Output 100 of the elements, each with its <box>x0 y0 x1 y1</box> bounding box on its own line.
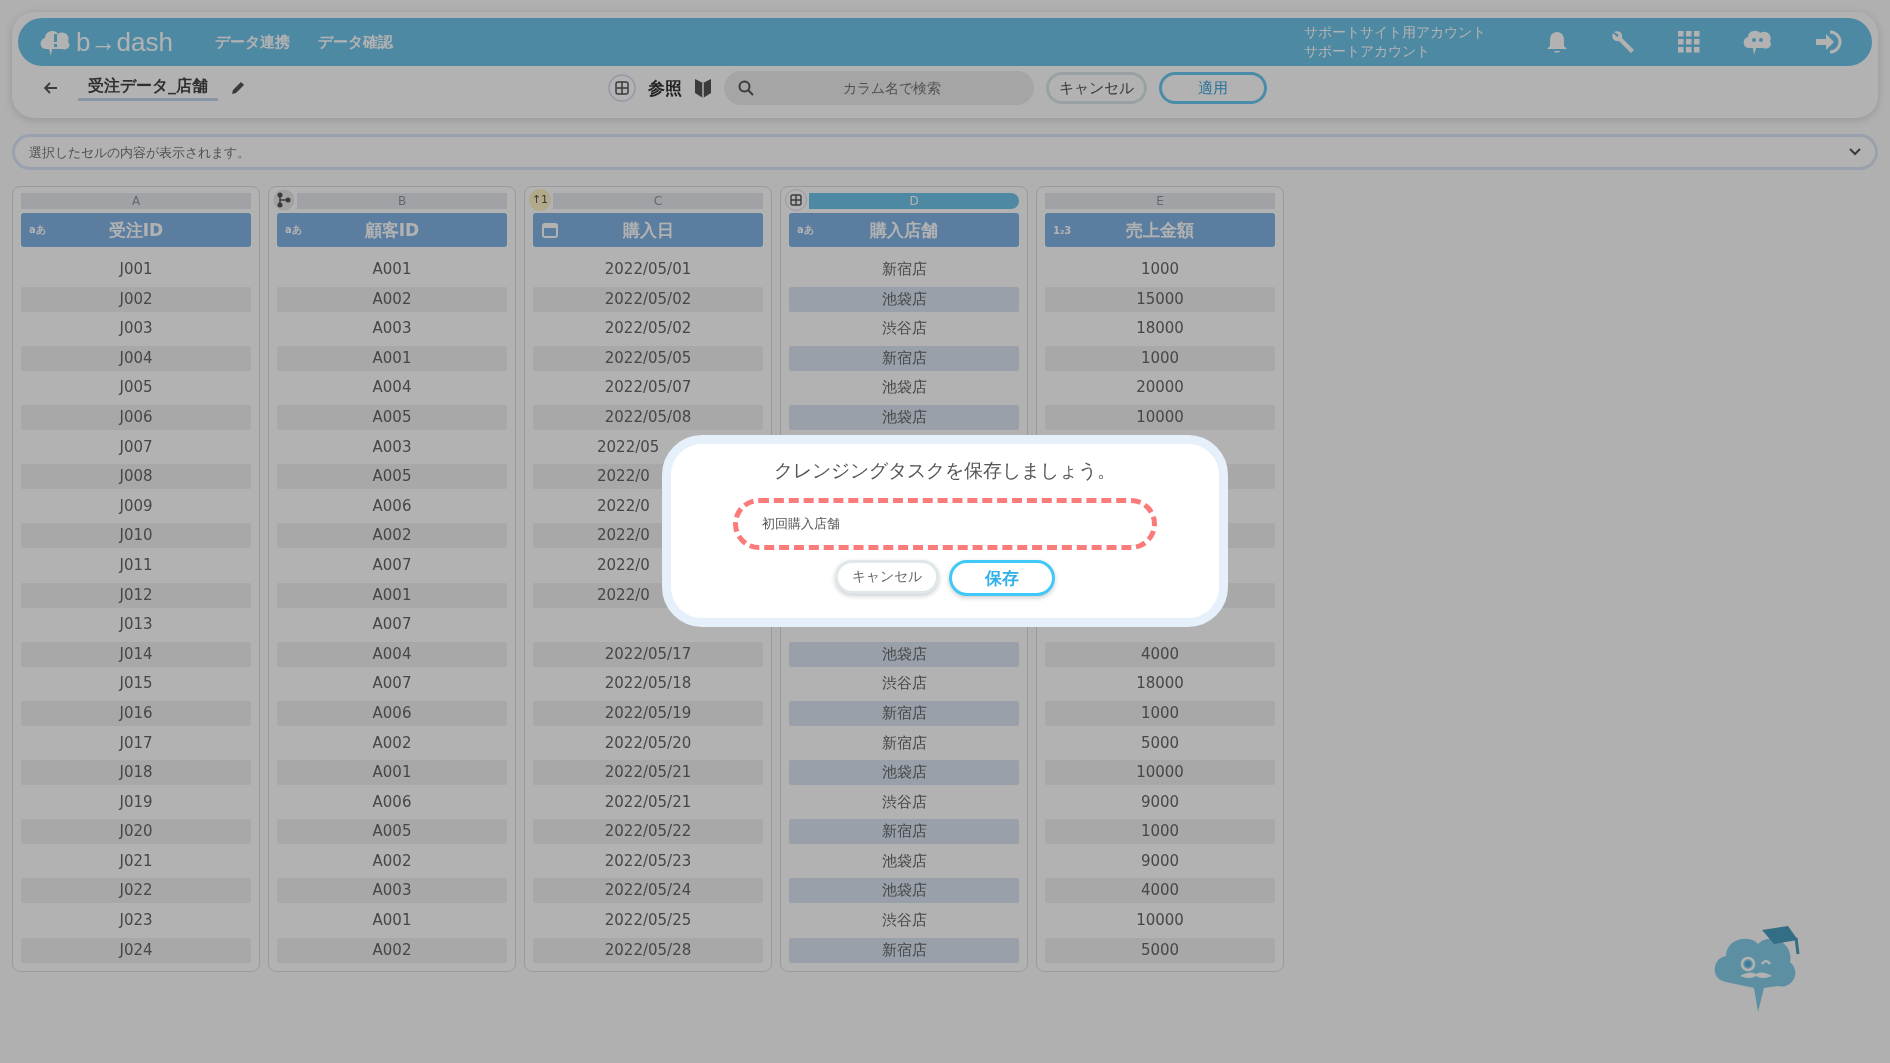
table-cell[interactable]: 新宿店 <box>789 700 1019 726</box>
table-cell[interactable]: 池袋店 <box>789 286 1019 312</box>
table-cell[interactable]: A003 <box>277 434 507 460</box>
table-cell[interactable]: 渋谷店 <box>789 671 1019 697</box>
cancel-button[interactable]: キャンセル <box>1046 72 1147 104</box>
table-cell[interactable]: A007 <box>277 671 507 697</box>
table-cell[interactable]: J005 <box>21 375 251 401</box>
table-cell[interactable]: 2022/05/21 <box>533 789 763 815</box>
table-cell[interactable]: J002 <box>21 286 251 312</box>
table-cell[interactable]: 10000 <box>1045 404 1275 430</box>
table-cell[interactable]: A002 <box>277 937 507 963</box>
table-cell[interactable]: 池袋店 <box>789 404 1019 430</box>
table-cell[interactable]: A004 <box>277 375 507 401</box>
table-cell[interactable]: 2022/05/20 <box>533 730 763 756</box>
table-cell[interactable]: J021 <box>21 848 251 874</box>
table-cell[interactable]: J022 <box>21 878 251 904</box>
table-cell[interactable]: J009 <box>21 493 251 519</box>
table-cell[interactable]: A001 <box>277 345 507 371</box>
table-cell[interactable]: A005 <box>277 819 507 845</box>
table-cell[interactable]: 渋谷店 <box>789 789 1019 815</box>
table-cell[interactable]: A003 <box>277 878 507 904</box>
table-cell[interactable]: A002 <box>277 523 507 549</box>
table-cell[interactable]: A006 <box>277 493 507 519</box>
table-cell[interactable]: 18000 <box>1045 316 1275 342</box>
table-cell[interactable]: A006 <box>277 789 507 815</box>
table-cell[interactable]: J017 <box>21 730 251 756</box>
search-field[interactable]: カラム名で検索 <box>724 71 1034 105</box>
table-cell[interactable]: 渋谷店 <box>789 908 1019 934</box>
table-cell[interactable]: 2022/05/02 <box>533 286 763 312</box>
table-cell[interactable]: J010 <box>21 523 251 549</box>
cell-content-field[interactable]: 選択したセルの内容が表示されます。 <box>12 134 1878 170</box>
table-cell[interactable]: 新宿店 <box>789 257 1019 282</box>
column-header[interactable]: 1₂3 売上金額 <box>1045 213 1275 247</box>
table-cell[interactable]: 2022/05/24 <box>533 878 763 904</box>
table-cell[interactable]: A001 <box>277 760 507 786</box>
table-cell[interactable]: J024 <box>21 937 251 963</box>
table-cell[interactable]: 10000 <box>1045 760 1275 786</box>
table-cell[interactable]: 2022/05/19 <box>533 700 763 726</box>
table-cell[interactable]: 池袋店 <box>789 375 1019 401</box>
table-cell[interactable]: 5000 <box>1045 937 1275 963</box>
column-header[interactable]: aあ 顧客ID <box>277 213 507 247</box>
table-cell[interactable]: A003 <box>277 316 507 342</box>
table-cell[interactable]: A005 <box>277 464 507 490</box>
table-cell[interactable]: A005 <box>277 404 507 430</box>
table-cell[interactable]: 2022/05/28 <box>533 937 763 963</box>
table-cell[interactable]: 新宿店 <box>789 730 1019 756</box>
column-letter[interactable]: C <box>553 193 763 209</box>
table-cell[interactable]: J019 <box>21 789 251 815</box>
table-cell[interactable]: 9000 <box>1045 789 1275 815</box>
table-cell[interactable]: J011 <box>21 552 251 578</box>
column-header[interactable]: 購入日 <box>533 213 763 247</box>
table-cell[interactable]: J004 <box>21 345 251 371</box>
table-cell[interactable]: J012 <box>21 582 251 608</box>
table-cell[interactable]: 15000 <box>1045 286 1275 312</box>
table-cell[interactable]: 2022/05/25 <box>533 908 763 934</box>
table-cell[interactable]: 池袋店 <box>789 760 1019 786</box>
table-cell[interactable]: 2022/05/07 <box>533 375 763 401</box>
table-cell[interactable]: J015 <box>21 671 251 697</box>
table-cell[interactable]: 新宿店 <box>789 819 1019 845</box>
table-cell[interactable]: J023 <box>21 908 251 934</box>
column-letter[interactable]: A <box>21 193 251 209</box>
table-cell[interactable]: 池袋店 <box>789 641 1019 667</box>
table-cell[interactable]: 18000 <box>1045 671 1275 697</box>
table-cell[interactable]: 2022/05/18 <box>533 671 763 697</box>
table-cell[interactable]: A004 <box>277 641 507 667</box>
save-button[interactable]: 保存 <box>949 560 1055 596</box>
table-cell[interactable]: J013 <box>21 612 251 638</box>
table-cell[interactable]: 2022/05/17 <box>533 641 763 667</box>
table-cell[interactable]: A001 <box>277 582 507 608</box>
table-cell[interactable]: A006 <box>277 700 507 726</box>
table-cell[interactable]: J018 <box>21 760 251 786</box>
apply-button[interactable]: 適用 <box>1159 72 1267 104</box>
table-cell[interactable]: J007 <box>21 434 251 460</box>
table-cell[interactable]: J020 <box>21 819 251 845</box>
column-letter[interactable]: B <box>297 193 507 209</box>
table-cell[interactable]: 2022/05/23 <box>533 848 763 874</box>
table-cell[interactable]: 4000 <box>1045 641 1275 667</box>
table-cell[interactable]: J016 <box>21 700 251 726</box>
task-name-field[interactable]: 初回購入店舗 <box>733 498 1157 550</box>
table-cell[interactable]: 1000 <box>1045 819 1275 845</box>
table-cell[interactable]: 4000 <box>1045 878 1275 904</box>
table-cell[interactable]: 2022/05/08 <box>533 404 763 430</box>
table-cell[interactable]: 池袋店 <box>789 878 1019 904</box>
table-cell[interactable]: A002 <box>277 286 507 312</box>
table-cell[interactable]: 新宿店 <box>789 937 1019 963</box>
table-cell[interactable]: 9000 <box>1045 848 1275 874</box>
cancel-button[interactable]: キャンセル <box>835 560 939 594</box>
table-cell[interactable]: 池袋店 <box>789 848 1019 874</box>
table-cell[interactable]: 1000 <box>1045 345 1275 371</box>
table-cell[interactable]: 2022/05/05 <box>533 345 763 371</box>
table-cell[interactable]: 5000 <box>1045 730 1275 756</box>
table-cell[interactable]: 2022/05/01 <box>533 257 763 282</box>
table-cell[interactable]: A007 <box>277 612 507 638</box>
table-cell[interactable]: 2022/05/21 <box>533 760 763 786</box>
table-cell[interactable]: 20000 <box>1045 375 1275 401</box>
table-cell[interactable]: 10000 <box>1045 908 1275 934</box>
table-cell[interactable]: J003 <box>21 316 251 342</box>
table-cell[interactable]: 1000 <box>1045 700 1275 726</box>
table-cell[interactable]: 渋谷店 <box>789 316 1019 342</box>
sort-order-badge[interactable]: ↑1 <box>529 189 551 211</box>
